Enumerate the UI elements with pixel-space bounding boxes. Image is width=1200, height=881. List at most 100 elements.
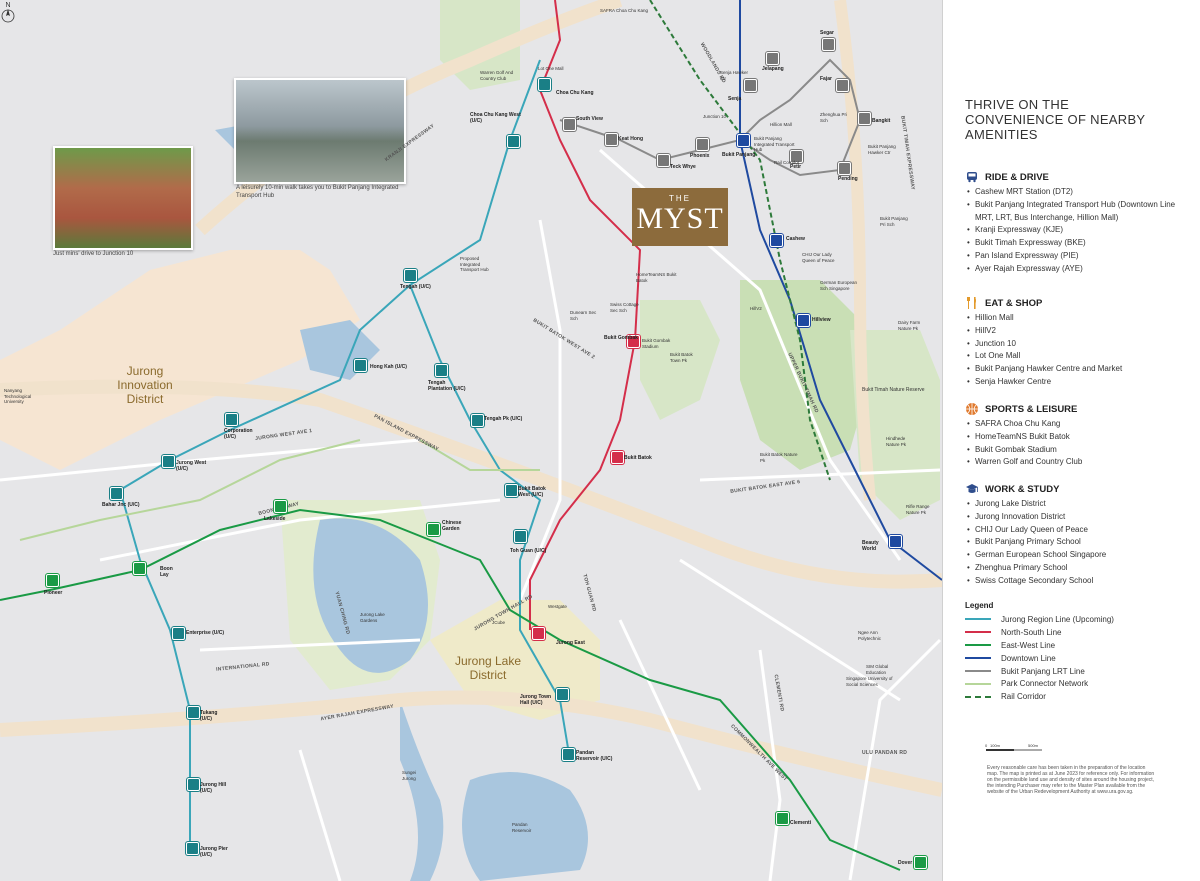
place-bukit-batok-nature-pk: Bukit Batok Nature Pk: [760, 452, 798, 463]
list-item: SAFRA Choa Chu Kang: [965, 418, 1185, 431]
section-heading: WORK & STUDY: [985, 483, 1060, 495]
place-bukit-panjang-pri: Bukit Panjang Pri Sch: [880, 216, 908, 227]
place-sungei-jurong: Sungei Jurong: [402, 770, 417, 781]
location-map[interactable]: A leisurely 10-min walk takes you to Buk…: [0, 0, 942, 881]
logo-name: MYST: [636, 202, 724, 235]
section-ride-drive: RIDE & DRIVE Cashew MRT Station (DT2) Bu…: [965, 170, 1185, 276]
place-safra: SAFRA Choa Chu Kang: [600, 8, 649, 13]
place-sim: SIM Global Education: [866, 664, 889, 675]
junction-10-photo: [53, 146, 193, 250]
place-suss: Singapore University of Social Sciences: [846, 676, 893, 687]
place-rifle-range: Rifle Range Nature Pk: [906, 504, 930, 515]
list-item: Bukit Timah Expressway (BKE): [965, 237, 1185, 250]
section-sports-leisure: SPORTS & LEISURE SAFRA Choa Chu Kang Hom…: [965, 402, 1185, 469]
place-hometeamns: HomeTeamNS Bukit Batok: [636, 272, 677, 283]
legend-item: Bukit Panjang LRT Line: [965, 665, 1185, 678]
legend-swatch-jrl: [965, 618, 991, 621]
list-item: Swiss Cottage Secondary School: [965, 575, 1185, 588]
list-item: Senja Hawker Centre: [965, 376, 1185, 389]
legend-swatch-ewl: [965, 644, 991, 647]
list-item: Pan Island Expressway (PIE): [965, 250, 1185, 263]
section-eat-shop: EAT & SHOP Hillion Mall HillV2 Junction …: [965, 296, 1185, 389]
sungei-jurong: [400, 700, 444, 881]
place-bukit-panjang-hawker: Bukit Panjang Hawker Ctr: [868, 144, 896, 155]
place-bukit-gombak-stadium: Bukit Gombak Stadium: [642, 338, 671, 349]
the-myst-logo: THE MYST: [632, 188, 728, 246]
legend-swatch-rail: [965, 695, 991, 698]
svg-text:N: N: [5, 2, 10, 9]
place-hillv2: HillV2: [750, 306, 762, 311]
place-pandan-reservoir: Pandan Reservoir: [512, 822, 532, 833]
list-item: German European School Singapore: [965, 549, 1185, 562]
place-dunearn-sec: Dunearn Sec Sch: [570, 310, 597, 321]
innovation-district-zone: [0, 250, 360, 470]
place-zhenghua-pri: Zhenghua Pri Sch: [820, 112, 848, 123]
section-work-study: WORK & STUDY Jurong Lake District Jurong…: [965, 482, 1185, 588]
place-hillion-mall: Hillion Mall: [770, 122, 792, 127]
legend-swatch-pcn: [965, 682, 991, 685]
disclaimer-text: Every reasonable care has been taken in …: [987, 765, 1155, 795]
legend-title: Legend: [965, 601, 994, 610]
list-item: Junction 10: [965, 338, 1185, 351]
list-item: CHIJ Our Lady Queen of Peace: [965, 524, 1185, 537]
list-item: Zhenghua Primary School: [965, 562, 1185, 575]
fork-knife-icon: [967, 297, 977, 309]
list-item: Bukit Panjang Primary School: [965, 536, 1185, 549]
jurong-lake-district-label: Jurong Lake District: [454, 654, 522, 682]
list-item: Lot One Mall: [965, 350, 1185, 363]
list-item: Jurong Innovation District: [965, 511, 1185, 524]
place-german-european: German European Sch Singapore: [820, 280, 858, 291]
legend-swatch-dtl: [965, 657, 991, 660]
place-bukit-batok-town-pk: Bukit Batok Town Pk: [670, 352, 693, 363]
place-chij: CHIJ Our Lady Queen of Peace: [802, 252, 835, 263]
list-item: Bukit Panjang Integrated Transport Hub (…: [965, 199, 1185, 225]
basketball-icon: [966, 403, 978, 415]
amenities-panel: THRIVE ON THE CONVENIENCE OF NEARBY AMEN…: [942, 0, 1200, 881]
place-hindhede: Hindhede Nature Pk: [886, 436, 907, 447]
scale-bar: 0 100m 500m: [985, 743, 1042, 751]
jurong-innovation-district-label: Jurong Innovation District: [117, 364, 173, 406]
transport-hub-photo: [234, 78, 406, 184]
legend-swatch-lrt: [965, 670, 991, 672]
section-heading: SPORTS & LEISURE: [985, 403, 1078, 415]
place-bukit-timah-nature-reserve: Bukit Timah Nature Reserve: [862, 387, 925, 393]
place-warren-golf: Warren Golf And Country Club: [480, 70, 514, 81]
list-item: Ayer Rajah Expressway (AYE): [965, 263, 1185, 276]
place-rail-corridor: Rail Corridor: [774, 160, 800, 165]
list-item: Bukit Panjang Hawker Centre and Market: [965, 363, 1185, 376]
list-item: Kranji Expressway (KJE): [965, 224, 1185, 237]
legend-item: Jurong Region Line (Upcoming): [965, 613, 1185, 626]
junction-10-photo-caption: Just mins' drive to Junction 10: [53, 251, 134, 257]
legend-swatch-nsl: [965, 631, 991, 634]
legend-item: East-West Line: [965, 639, 1185, 652]
place-lot-one-mall: Lot One Mall: [538, 66, 564, 71]
place-ngee-ann: Ngee Ann Polytechnic: [858, 630, 882, 641]
aye-road: [0, 690, 942, 797]
reservoir-water: [300, 320, 380, 380]
place-bp-integrated-transport-hub: Bukit Panjang Integrated Transport Hub: [754, 136, 795, 152]
list-item: HomeTeamNS Bukit Batok: [965, 431, 1185, 444]
section-heading: RIDE & DRIVE: [985, 171, 1049, 183]
legend-item: Downtown Line: [965, 652, 1185, 665]
place-junction-10: Junction 10: [703, 114, 727, 119]
place-senja-hawker: Senja Hawker Ctr: [720, 70, 749, 81]
place-swiss-cottage: Swiss Cottage Sec Sch: [610, 302, 639, 313]
section-heading: EAT & SHOP: [985, 297, 1043, 309]
place-jcube: JCube: [492, 620, 506, 625]
map-canvas: [0, 0, 942, 881]
list-item: Warren Golf and Country Club: [965, 456, 1185, 469]
place-integrated-transport-hub: Proposed Integrated Transport Hub: [460, 256, 489, 272]
list-item: Jurong Lake District: [965, 498, 1185, 511]
list-item: HillV2: [965, 325, 1185, 338]
north-arrow-icon: N: [1, 2, 15, 23]
place-westgate: Westgate: [548, 604, 567, 609]
legend: Legend Jurong Region Line (Upcoming) Nor…: [965, 601, 1185, 703]
place-ntu: Nanyang Technological University: [4, 388, 32, 404]
panel-title: THRIVE ON THE CONVENIENCE OF NEARBY AMEN…: [965, 97, 1146, 142]
list-item: Bukit Gombak Stadium: [965, 444, 1185, 457]
road-label-ulu-pandan-rd: ULU PANDAN RD: [862, 750, 908, 756]
list-item: Cashew MRT Station (DT2): [965, 186, 1185, 199]
car-icon: [967, 172, 977, 183]
legend-item: North-South Line: [965, 626, 1185, 639]
graduation-cap-icon: [966, 484, 978, 493]
